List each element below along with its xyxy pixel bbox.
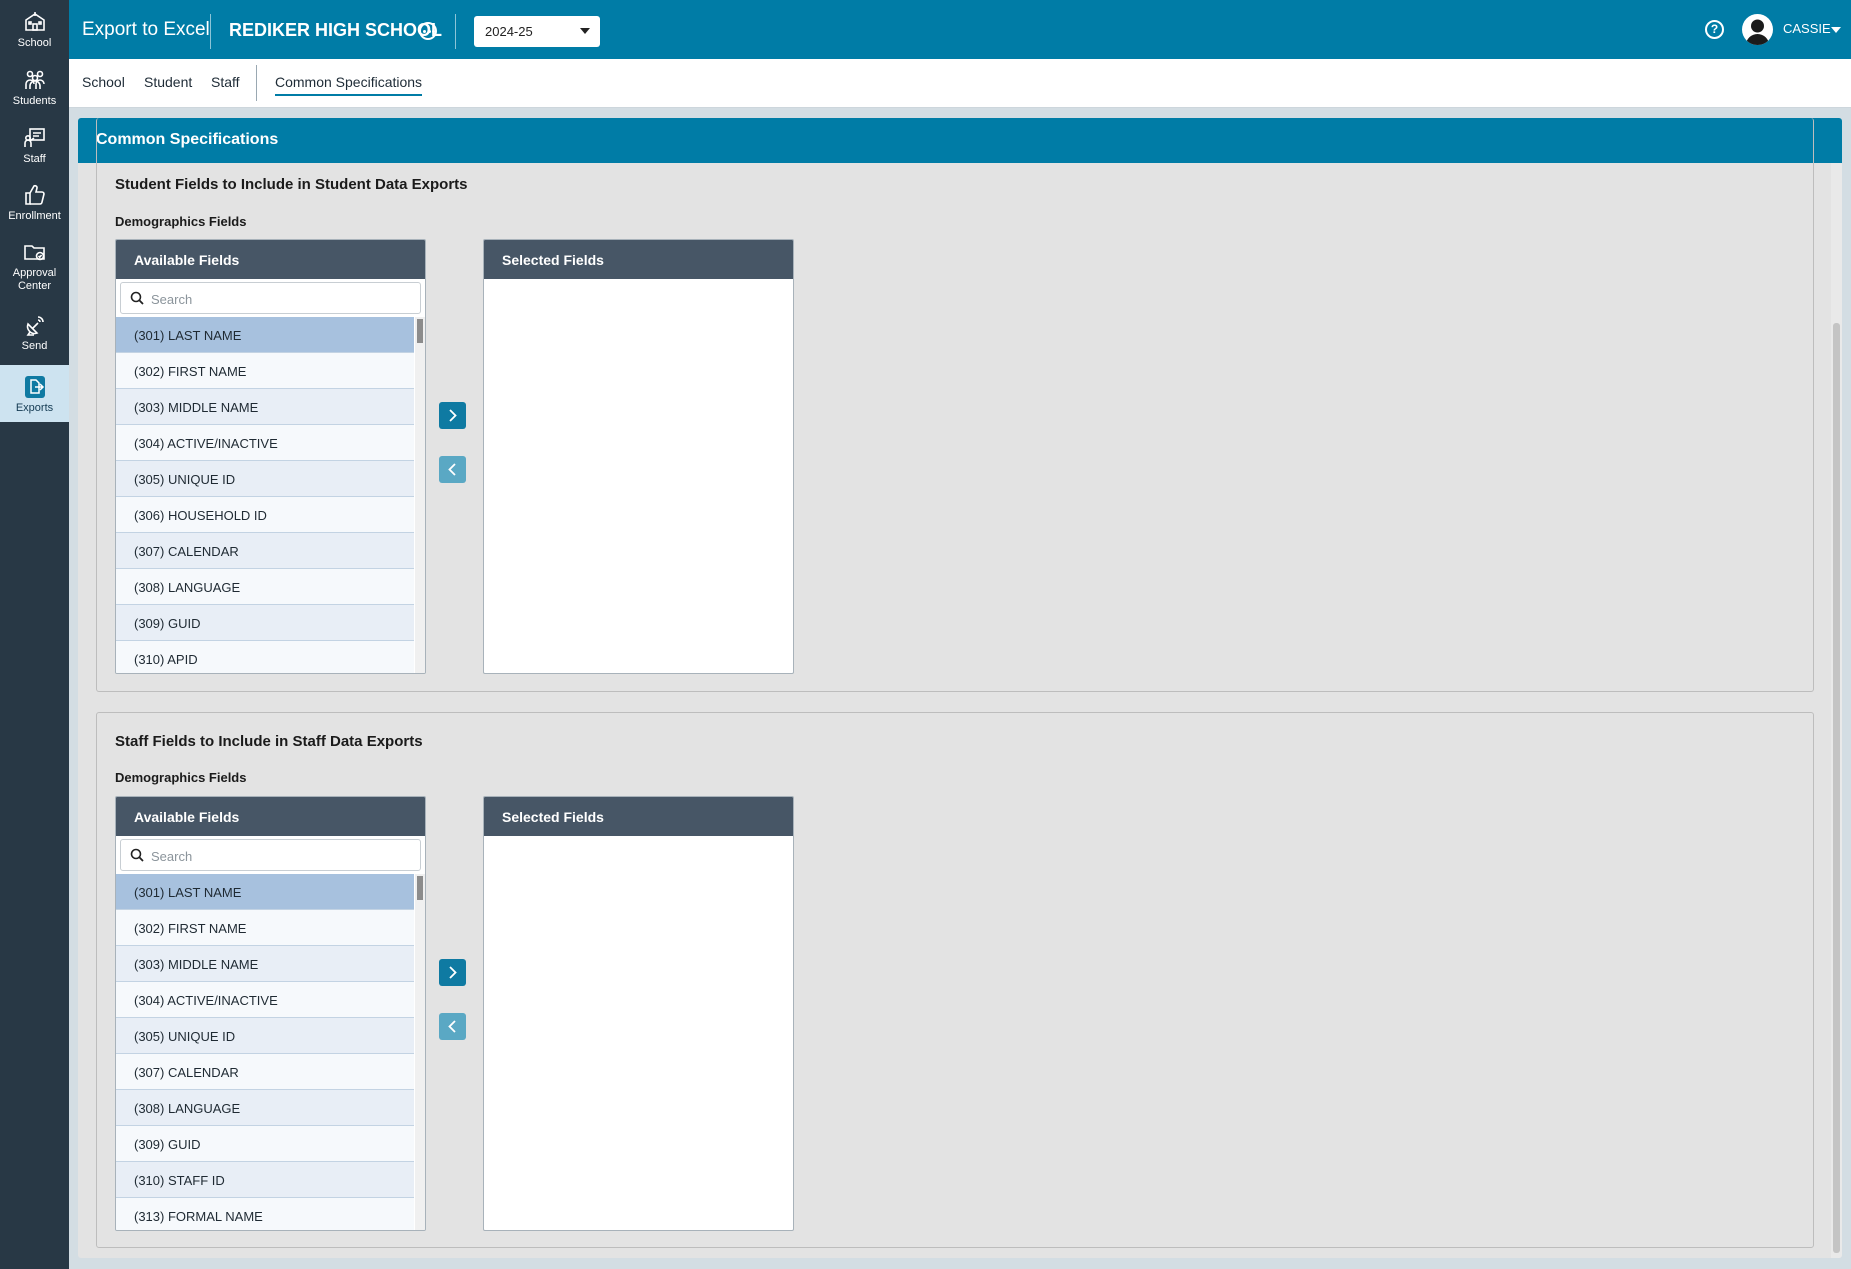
list-item[interactable]: (307) CALENDAR	[116, 1054, 414, 1090]
nav-item-label: School	[17, 37, 52, 49]
list-header: Selected Fields	[484, 240, 793, 279]
common-specifications-panel: Common Specifications Student Fields to …	[78, 118, 1842, 1258]
chevron-left-icon	[448, 463, 456, 476]
add-field-button[interactable]	[439, 402, 466, 429]
caret-down-icon	[580, 28, 590, 34]
list-header: Available Fields	[116, 240, 425, 279]
list-item[interactable]: (309) GUID	[116, 1126, 414, 1162]
nav-item-approval-center[interactable]: Approval Center	[0, 240, 69, 298]
list-item[interactable]: (308) LANGUAGE	[116, 1090, 414, 1126]
list-header: Available Fields	[116, 797, 425, 836]
satellite-icon	[26, 316, 44, 336]
scrollbar-thumb[interactable]	[1833, 323, 1840, 1253]
student-fields-section: Student Fields to Include in Student Dat…	[96, 118, 1814, 692]
list-item[interactable]: (301) LAST NAME	[116, 317, 414, 353]
school-name[interactable]: REDIKER HIGH SCHOOL	[229, 20, 442, 41]
nav-item-enrollment[interactable]: Enrollment	[0, 183, 69, 225]
thumbs-up-icon	[24, 184, 45, 205]
list-item[interactable]: (301) LAST NAME	[116, 874, 414, 910]
school-icon	[24, 12, 45, 31]
avatar[interactable]	[1742, 14, 1773, 45]
tab-common-specifications[interactable]: Common Specifications	[275, 74, 423, 96]
panel-scrollbar[interactable]	[1831, 163, 1842, 1258]
sub-navigation: School Student Staff Common Specificatio…	[69, 59, 1851, 108]
nav-item-label: Enrollment	[8, 210, 61, 222]
field-rows: (301) LAST NAME (302) FIRST NAME (303) M…	[116, 874, 414, 1230]
nav-item-label: Staff	[23, 153, 46, 165]
nav-item-school[interactable]: School	[0, 10, 69, 52]
nav-item-exports[interactable]: Exports	[0, 365, 69, 422]
list-item[interactable]: (302) FIRST NAME	[116, 910, 414, 946]
add-field-button[interactable]	[439, 959, 466, 986]
list-item[interactable]: (307) CALENDAR	[116, 533, 414, 569]
chevron-left-icon	[448, 1020, 456, 1033]
search-box[interactable]	[120, 839, 421, 871]
staff-icon	[23, 128, 45, 147]
available-fields-list: Available Fields (301) LAST NAME (302) F…	[115, 796, 426, 1231]
search-input[interactable]	[151, 846, 411, 866]
section-title: Staff Fields to Include in Staff Data Ex…	[115, 733, 423, 750]
list-item[interactable]: (313) FORMAL NAME	[116, 1198, 414, 1230]
folder-check-icon	[23, 245, 45, 261]
tab-staff[interactable]: Staff	[211, 74, 240, 94]
list-item[interactable]: (305) UNIQUE ID	[116, 461, 414, 497]
list-item[interactable]: (304) ACTIVE/INACTIVE	[116, 982, 414, 1018]
nav-item-label: Students	[12, 95, 57, 107]
selected-fields-list: Selected Fields	[483, 796, 794, 1231]
available-fields-list: Available Fields (301) LAST NAME (302) F…	[115, 239, 426, 674]
scrollbar-thumb[interactable]	[417, 876, 423, 900]
list-item[interactable]: (310) APID	[116, 641, 414, 673]
section-title: Student Fields to Include in Student Dat…	[115, 176, 468, 193]
students-icon	[24, 70, 45, 89]
list-item[interactable]: (304) ACTIVE/INACTIVE	[116, 425, 414, 461]
chevron-right-icon	[449, 966, 457, 979]
app-title: Export to Excel	[82, 19, 210, 40]
divider	[256, 65, 257, 101]
nav-item-label: Exports	[15, 402, 54, 414]
list-item[interactable]: (303) MIDDLE NAME	[116, 946, 414, 982]
scrollbar-thumb[interactable]	[417, 319, 423, 343]
remove-field-button[interactable]	[439, 456, 466, 483]
user-menu[interactable]: CASSIE	[1783, 21, 1831, 36]
list-item[interactable]: (310) STAFF ID	[116, 1162, 414, 1198]
search-box[interactable]	[120, 282, 421, 314]
list-item[interactable]: (305) UNIQUE ID	[116, 1018, 414, 1054]
search-input[interactable]	[151, 289, 411, 309]
nav-item-label: Approval Center	[12, 267, 57, 292]
school-year-value: 2024-25	[485, 24, 533, 39]
list-item[interactable]: (309) GUID	[116, 605, 414, 641]
tab-school[interactable]: School	[82, 74, 125, 94]
staff-fields-section: Staff Fields to Include in Staff Data Ex…	[96, 712, 1814, 1248]
divider	[455, 14, 456, 49]
nav-item-send[interactable]: Send	[0, 313, 69, 355]
list-header: Selected Fields	[484, 797, 793, 836]
list-scrollbar[interactable]	[415, 874, 425, 1230]
field-rows: (301) LAST NAME (302) FIRST NAME (303) M…	[116, 317, 414, 673]
list-item[interactable]: (302) FIRST NAME	[116, 353, 414, 389]
search-icon	[130, 848, 144, 862]
list-item[interactable]: (306) HOUSEHOLD ID	[116, 497, 414, 533]
top-bar: Export to Excel REDIKER HIGH SCHOOL 2024…	[69, 0, 1851, 59]
export-icon	[24, 376, 45, 398]
list-item[interactable]: (308) LANGUAGE	[116, 569, 414, 605]
chevron-right-icon	[449, 409, 457, 422]
caret-down-icon[interactable]	[1831, 27, 1841, 33]
tab-student[interactable]: Student	[144, 74, 192, 94]
nav-item-students[interactable]: Students	[0, 68, 69, 110]
subsection-title: Demographics Fields	[115, 214, 247, 229]
more-options-icon[interactable]	[419, 22, 437, 40]
subsection-title: Demographics Fields	[115, 770, 247, 785]
list-item[interactable]: (303) MIDDLE NAME	[116, 389, 414, 425]
search-icon	[130, 291, 144, 305]
left-nav-rail: School Students Staff Enrollment Approva…	[0, 0, 69, 1269]
remove-field-button[interactable]	[439, 1013, 466, 1040]
nav-item-staff[interactable]: Staff	[0, 126, 69, 168]
list-scrollbar[interactable]	[415, 317, 425, 673]
selected-fields-list: Selected Fields	[483, 239, 794, 674]
nav-item-label: Send	[21, 340, 48, 352]
help-icon[interactable]: ?	[1705, 20, 1724, 39]
user-silhouette-icon	[1746, 19, 1769, 45]
divider	[210, 14, 211, 49]
school-year-select[interactable]: 2024-25	[474, 16, 600, 47]
